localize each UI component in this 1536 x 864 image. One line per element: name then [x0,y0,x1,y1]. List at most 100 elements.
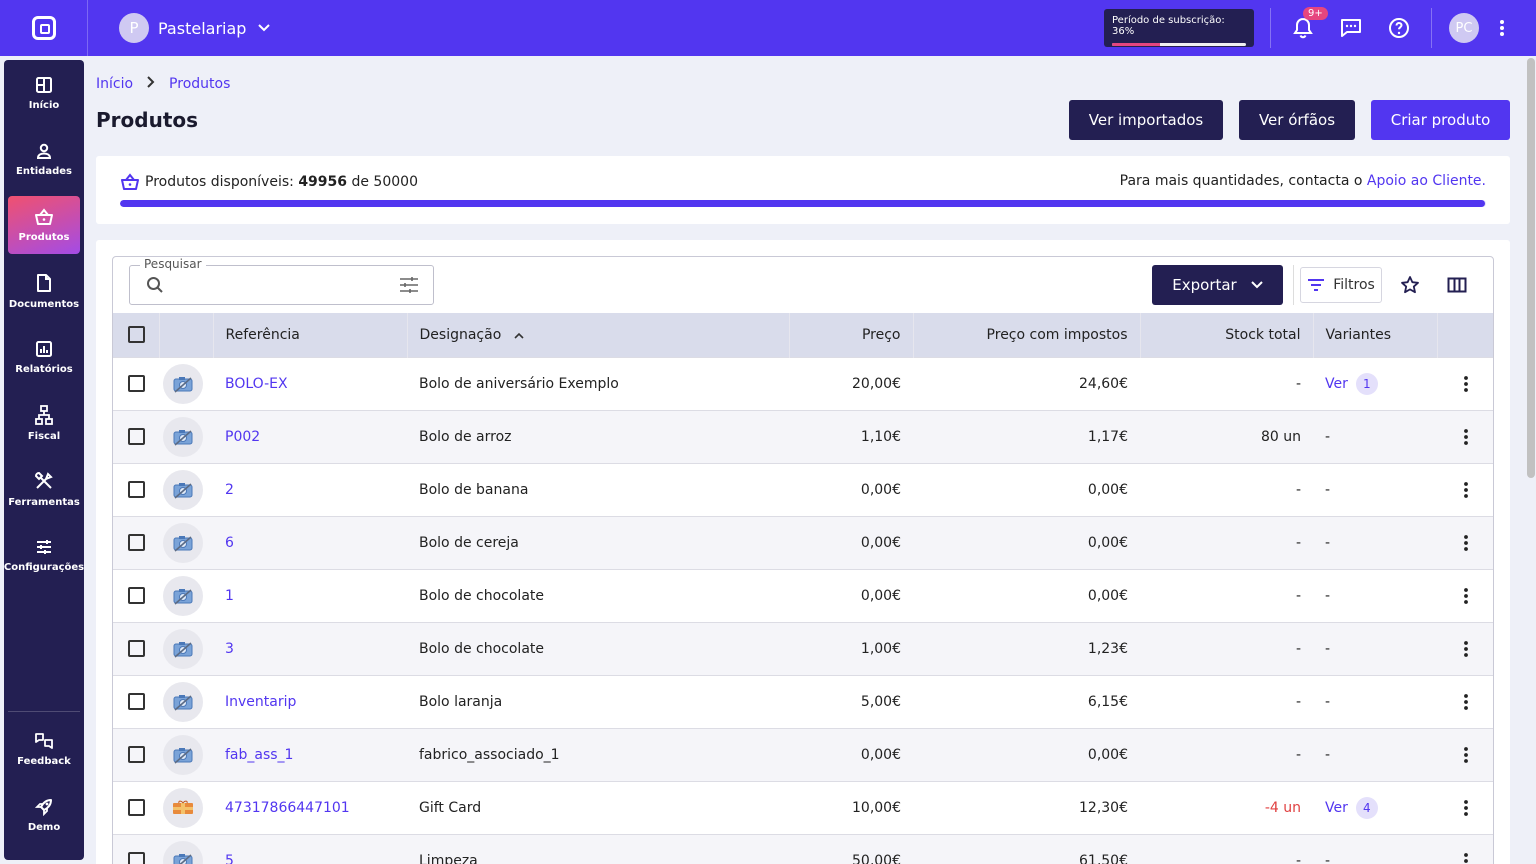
favorites-button[interactable] [1394,269,1426,301]
product-reference-link[interactable]: 3 [225,641,234,657]
row-select-cell[interactable] [113,674,159,728]
row-checkbox[interactable] [128,852,145,864]
app-logo[interactable] [0,0,88,56]
table-row[interactable]: P002 Bolo de arroz 1,10€ 1,17€ 80 un - [113,409,1493,463]
row-menu-button[interactable] [1456,849,1476,864]
row-menu-button[interactable] [1456,690,1476,714]
product-reference-link[interactable]: fab_ass_1 [225,747,293,763]
row-select-cell[interactable] [113,621,159,675]
table-row[interactable]: Inventarip Bolo laranja 5,00€ 6,15€ - - [113,674,1493,728]
search-label: Pesquisar [140,257,206,271]
table-row[interactable]: fab_ass_1 fabrico_associado_1 0,00€ 0,00€ - - [113,727,1493,781]
row-select-cell[interactable] [113,727,159,781]
row-menu-button[interactable] [1456,743,1476,767]
row-menu-button[interactable] [1456,478,1476,502]
more-options-button[interactable] [1488,0,1516,56]
column-header-designation[interactable]: Designação [407,313,790,357]
reference-cell: BOLO-EX [213,356,407,410]
advanced-search-icon[interactable] [399,276,419,298]
search-input[interactable] [172,274,392,296]
row-checkbox[interactable] [128,534,145,551]
table-row[interactable]: 3 Bolo de chocolate 1,00€ 1,23€ - - [113,621,1493,675]
row-checkbox[interactable] [128,587,145,604]
sidebar-item-feedback[interactable]: Feedback [8,720,80,778]
row-checkbox[interactable] [128,693,145,710]
kebab-icon [1500,20,1504,36]
row-menu-button[interactable] [1456,425,1476,449]
subscription-period[interactable]: Período de subscrição: 36% [1104,9,1254,47]
variants-value: - [1325,852,1331,864]
sidebar-item-fiscal[interactable]: Fiscal [8,394,80,452]
column-header-price-tax[interactable]: Preço com impostos [913,313,1141,357]
product-reference-link[interactable]: 47317866447101 [225,800,350,816]
column-header-reference[interactable]: Referência [213,313,408,357]
view-orphans-button[interactable]: Ver órfãos [1239,100,1355,140]
table-row[interactable]: 5 Limpeza 50,00€ 61,50€ - - [113,833,1493,864]
export-button[interactable]: Exportar [1152,265,1283,305]
row-menu-button[interactable] [1456,372,1476,396]
filters-button[interactable]: Filtros [1300,267,1382,303]
row-checkbox[interactable] [128,640,145,657]
breadcrumb-current[interactable]: Produtos [169,76,230,92]
row-select-cell[interactable] [113,568,159,622]
product-reference-link[interactable]: P002 [225,429,260,445]
product-reference-link[interactable]: 6 [225,535,234,551]
create-product-button[interactable]: Criar produto [1371,100,1510,140]
row-checkbox[interactable] [128,746,145,763]
row-select-cell[interactable] [113,780,159,834]
product-reference-link[interactable]: 5 [225,853,234,864]
row-actions-cell [1437,462,1493,516]
table-row[interactable]: BOLO-EX Bolo de aniversário Exemplo 20,00€… [113,356,1493,410]
variants-link[interactable]: Ver [1325,376,1348,392]
variants-link[interactable]: Ver [1325,800,1348,816]
notifications-button[interactable]: 9+ [1279,0,1328,56]
select-all-checkbox[interactable] [128,326,145,344]
table-row[interactable]: 6 Bolo de cereja 0,00€ 0,00€ - - [113,515,1493,569]
sidebar-item-demo[interactable]: Demo [8,786,80,844]
sidebar-item-documentos[interactable]: Documentos [8,262,80,320]
search-field[interactable]: Pesquisar [129,257,434,305]
price-tax-cell: 0,00€ [913,727,1140,781]
row-select-cell[interactable] [113,515,159,569]
column-header-variants[interactable]: Variantes [1313,313,1438,357]
row-checkbox[interactable] [128,481,145,498]
company-switcher[interactable]: P Pastelariap [119,13,271,43]
row-select-cell[interactable] [113,833,159,864]
sidebar-item-configuracoes[interactable]: Configurações [4,526,84,584]
row-select-cell[interactable] [113,409,159,463]
kebab-icon [1464,746,1468,763]
row-select-cell[interactable] [113,462,159,516]
columns-button[interactable] [1441,269,1473,301]
sidebar-item-relatorios[interactable]: Relatórios [8,328,80,386]
view-imported-button[interactable]: Ver importados [1069,100,1223,140]
product-reference-link[interactable]: 1 [225,588,234,604]
row-checkbox[interactable] [128,375,145,392]
row-menu-button[interactable] [1456,796,1476,820]
product-reference-link[interactable]: BOLO-EX [225,376,288,392]
row-select-cell[interactable] [113,356,159,410]
row-menu-button[interactable] [1456,637,1476,661]
table-row[interactable]: 1 Bolo de chocolate 0,00€ 0,00€ - - [113,568,1493,622]
help-button[interactable] [1375,0,1423,56]
support-link[interactable]: Apoio ao Cliente. [1367,173,1486,189]
select-all-cell[interactable] [113,313,160,357]
sidebar-item-produtos[interactable]: Produtos [8,196,80,254]
page-scrollbar-thumb[interactable] [1527,58,1535,478]
table-row[interactable]: 47317866447101 Gift Card 10,00€ 12,30€ -4 un… [113,780,1493,834]
thumb-cell [159,515,213,569]
column-header-stock[interactable]: Stock total [1140,313,1314,357]
table-row[interactable]: 2 Bolo de banana 0,00€ 0,00€ - - [113,462,1493,516]
product-reference-link[interactable]: 2 [225,482,234,498]
column-header-price[interactable]: Preço [789,313,914,357]
row-menu-button[interactable] [1456,584,1476,608]
row-checkbox[interactable] [128,428,145,445]
breadcrumb-home[interactable]: Início [96,76,133,92]
sidebar-item-entidades[interactable]: Entidades [8,130,80,188]
product-reference-link[interactable]: Inventarip [225,694,296,710]
sidebar-item-ferramentas[interactable]: Ferramentas [8,460,80,518]
user-menu-button[interactable]: PC [1440,0,1488,56]
messages-button[interactable] [1327,0,1375,56]
row-checkbox[interactable] [128,799,145,816]
sidebar-item-inicio[interactable]: Início [8,64,80,122]
row-menu-button[interactable] [1456,531,1476,555]
